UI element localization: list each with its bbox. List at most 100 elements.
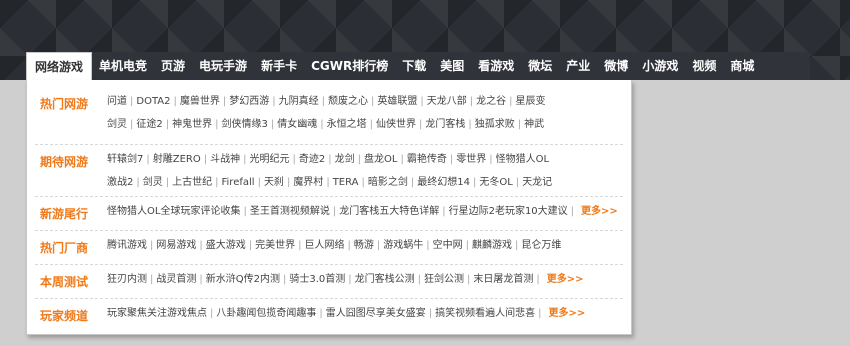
game-link[interactable]: 斗战神	[210, 154, 240, 165]
link-separator: |	[248, 240, 253, 251]
category-title[interactable]: 玩家频道	[40, 307, 88, 324]
game-link[interactable]: 奇迹2	[299, 154, 325, 165]
nav-item[interactable]: 小游戏	[635, 52, 685, 80]
game-link[interactable]: 剑灵	[107, 119, 127, 130]
link-separator: |	[361, 177, 365, 188]
game-link[interactable]: 魔界村	[293, 177, 323, 188]
game-link[interactable]: 霸艳传奇	[407, 154, 447, 165]
game-link[interactable]: 英雄联盟	[377, 96, 417, 107]
game-link[interactable]: 射雕ZERO	[153, 154, 201, 165]
game-link[interactable]: 玩家聚焦关注游戏焦点	[107, 308, 207, 319]
game-link[interactable]: 骑士3.0首测	[289, 274, 345, 285]
link-line: 激战2 | 剑灵 | 上古世纪 | Firefall | 天刹 | 魔界村 | TERA | 暗影之剑 | 最终…	[107, 175, 619, 191]
game-link[interactable]: 轩辕剑7	[107, 154, 143, 165]
game-link[interactable]: 激战2	[107, 177, 133, 188]
game-link[interactable]: 神武	[524, 119, 544, 130]
game-link[interactable]: 天龙记	[522, 177, 552, 188]
game-link[interactable]: 天刹	[264, 177, 284, 188]
game-link[interactable]: 暗影之剑	[368, 177, 408, 188]
nav-item[interactable]: 商城	[723, 52, 761, 80]
nav-item[interactable]: 网络游戏	[26, 51, 93, 82]
category-title[interactable]: 期待网游	[40, 153, 88, 170]
game-link[interactable]: 空中网	[433, 240, 463, 251]
game-link[interactable]: 剑侠情缘3	[222, 119, 268, 130]
game-link[interactable]: TERA	[333, 177, 359, 188]
game-link[interactable]: 雷人囧图尽享美女盛宴	[326, 308, 426, 319]
game-link[interactable]: 网易游戏	[156, 240, 196, 251]
more-link[interactable]: 更多>>	[581, 206, 618, 217]
game-link[interactable]: 搞笑视频看遍人间悲喜	[435, 308, 535, 319]
game-link[interactable]: 龙门客栈公测	[355, 274, 415, 285]
link-separator: |	[165, 119, 170, 130]
nav-item[interactable]: 下载	[395, 52, 433, 80]
category-links: 轩辕剑7 | 射雕ZERO | 斗战神 | 光明纪元 | 奇迹2 | 龙剑 | 盘龙OL | 霸艳传奇 | 零世…	[107, 152, 619, 198]
nav-item[interactable]: 微坛	[521, 52, 559, 80]
game-link[interactable]: 倩女幽魂	[277, 119, 317, 130]
game-link[interactable]: 昆仑万维	[521, 240, 561, 251]
game-link[interactable]: 最终幻想14	[417, 177, 470, 188]
game-link[interactable]: 盛大游戏	[206, 240, 246, 251]
game-link[interactable]: 巨人网络	[305, 240, 345, 251]
game-link[interactable]: 九阴真经	[279, 96, 319, 107]
game-link[interactable]: 剑灵	[143, 177, 163, 188]
game-link[interactable]: 怪物猎人OL全球玩家评论收集	[107, 206, 240, 217]
game-link[interactable]: 无冬OL	[479, 177, 512, 188]
game-link[interactable]: 神鬼世界	[172, 119, 212, 130]
game-link[interactable]: 行星边际2老玩家10大建议	[449, 206, 568, 217]
game-link[interactable]: 星辰变	[515, 96, 545, 107]
link-separator: |	[465, 240, 469, 251]
nav-item[interactable]: 美图	[433, 52, 471, 80]
game-link[interactable]: 上古世纪	[172, 177, 212, 188]
nav-item[interactable]: 产业	[559, 52, 597, 80]
more-link[interactable]: 更多>>	[549, 308, 586, 319]
game-link[interactable]: 光明纪元	[250, 154, 290, 165]
category-title[interactable]: 热门厂商	[40, 239, 88, 256]
link-separator: |	[426, 240, 430, 251]
game-link[interactable]: 龙门客栈五大特色详解	[339, 206, 439, 217]
game-link[interactable]: 盘龙OL	[364, 154, 397, 165]
game-link[interactable]: 永恒之塔	[327, 119, 367, 130]
game-link[interactable]: Firefall	[222, 177, 255, 188]
game-link[interactable]: 天龙八部	[427, 96, 467, 107]
game-link[interactable]: 狂剑公测	[424, 274, 464, 285]
game-link[interactable]: 梦幻西游	[229, 96, 269, 107]
game-link[interactable]: 龙剑	[335, 154, 355, 165]
link-separator: |	[400, 154, 404, 165]
category-row: 本周测试 狂刃内测 | 战灵首测 | 新水浒Q传2内测 | 骑士3.0首测 | 龙门客栈公测 | 狂剑…	[35, 264, 623, 299]
game-link[interactable]: 末日屠龙首测	[473, 274, 533, 285]
game-link[interactable]: 龙门客栈	[425, 119, 465, 130]
game-link[interactable]: 仙侠世界	[376, 119, 416, 130]
category-title[interactable]: 热门网游	[40, 95, 88, 112]
nav-item[interactable]: 看游戏	[471, 52, 521, 80]
game-link[interactable]: 狂刃内测	[107, 274, 147, 285]
nav-item[interactable]: 单机电竞	[92, 52, 154, 80]
nav-item[interactable]: 视频	[685, 52, 723, 80]
category-row: 新游尾行 怪物猎人OL全球玩家评论收集 | 圣王首测视频解说 | 龙门客栈五大特色详解 | 行…	[35, 196, 623, 231]
game-link[interactable]: 战灵首测	[156, 274, 196, 285]
nav-item[interactable]: 微博	[597, 52, 635, 80]
game-link[interactable]: 独孤求败	[475, 119, 515, 130]
game-link[interactable]: 问道	[107, 96, 127, 107]
game-link[interactable]: 魔兽世界	[180, 96, 220, 107]
game-link[interactable]: 零世界	[456, 154, 486, 165]
game-link[interactable]: 圣王首测视频解说	[250, 206, 330, 217]
more-link[interactable]: 更多>>	[547, 274, 584, 285]
game-link[interactable]: 怪物猎人OL	[496, 154, 549, 165]
game-link[interactable]: 八卦趣闻包揽奇闻趣事	[216, 308, 316, 319]
category-title[interactable]: 新游尾行	[40, 205, 88, 222]
game-link[interactable]: 麒麟游戏	[472, 240, 512, 251]
game-link[interactable]: 颓废之心	[328, 96, 368, 107]
game-link[interactable]: DOTA2	[136, 96, 170, 107]
game-link[interactable]: 畅游	[354, 240, 374, 251]
category-title[interactable]: 本周测试	[40, 273, 88, 290]
nav-item[interactable]: CGWR排行榜	[304, 52, 395, 80]
game-link[interactable]: 征途2	[136, 119, 162, 130]
game-link[interactable]: 腾讯游戏	[107, 240, 147, 251]
nav-item[interactable]: 新手卡	[254, 52, 304, 80]
nav-item[interactable]: 电玩手游	[192, 52, 254, 80]
nav-item[interactable]: 页游	[154, 52, 192, 80]
game-link[interactable]: 游戏蜗牛	[383, 240, 423, 251]
game-link[interactable]: 完美世界	[255, 240, 295, 251]
game-link[interactable]: 新水浒Q传2内测	[206, 274, 280, 285]
game-link[interactable]: 龙之谷	[476, 96, 506, 107]
